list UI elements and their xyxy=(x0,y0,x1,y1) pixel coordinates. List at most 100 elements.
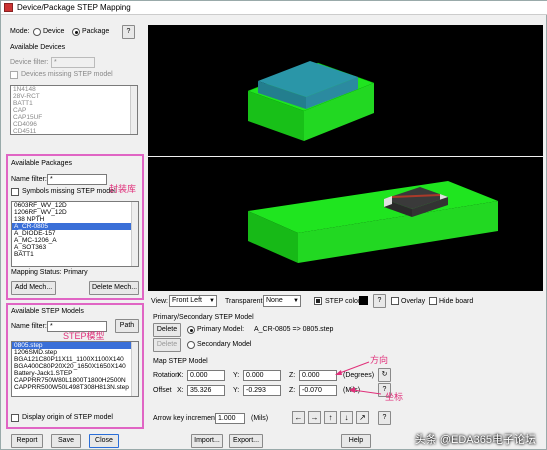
arrow-up-button[interactable]: ↑ xyxy=(324,411,337,424)
mode-help-button[interactable]: ? xyxy=(122,25,135,39)
offset-z-label: Z: xyxy=(289,387,296,394)
offset-y-label: Y: xyxy=(233,387,240,394)
map-group-label: Map STEP Model xyxy=(153,358,208,365)
list-item[interactable]: CD4511 xyxy=(11,128,137,134)
step-scrollbar[interactable] xyxy=(131,342,138,396)
packages-scrollbar[interactable] xyxy=(131,202,138,266)
arrow-down-button[interactable]: ↓ xyxy=(340,411,353,424)
overlay-label: Overlay xyxy=(401,298,426,305)
close-button[interactable]: Close xyxy=(89,434,119,448)
primary-group-label: Primary/Secondary STEP Model xyxy=(153,314,254,321)
view-help-button[interactable]: ? xyxy=(373,294,386,308)
packages-filter-label: Name filter: xyxy=(11,176,47,183)
devices-group-label: Available Devices xyxy=(10,44,66,51)
delete-secondary-button[interactable]: Delete xyxy=(153,338,181,352)
rotation-x-input[interactable]: 0.000 xyxy=(187,370,225,381)
offset-x-input[interactable]: 35.326 xyxy=(187,385,225,396)
offset-annotation: 坐标 xyxy=(385,392,404,402)
step-color-checkbox[interactable] xyxy=(314,297,322,305)
delete-primary-button[interactable]: Delete xyxy=(153,323,181,337)
symbols-missing-label: Symbols missing STEP model xyxy=(22,188,116,195)
devices-scrollbar[interactable] xyxy=(130,86,137,134)
3d-view-top[interactable] xyxy=(148,25,543,156)
devices-missing-checkbox[interactable] xyxy=(10,71,18,79)
help-button[interactable]: Help xyxy=(341,434,371,448)
list-item[interactable]: A_CR-0805 xyxy=(12,223,138,230)
list-item[interactable]: CAP xyxy=(11,107,137,114)
arrow-right-icon: → xyxy=(310,413,319,422)
arrow-increment-input[interactable]: 1.000 xyxy=(215,413,245,424)
import-button[interactable]: Import... xyxy=(191,434,223,448)
list-item[interactable]: 1206SMD.step xyxy=(12,349,138,356)
step-color-swatch[interactable] xyxy=(359,296,368,305)
list-item[interactable]: BGA121C80P11X11_1100X1100X140 xyxy=(12,356,138,363)
offset-y-input[interactable]: -0.293 xyxy=(243,385,281,396)
packages-list[interactable]: 0603RF_WV_12D 1206RF_WV_12D 138 NPTH A_C… xyxy=(11,201,139,267)
list-item[interactable]: Battery-Jack1.STEP xyxy=(12,370,138,377)
list-item[interactable]: CD4096 xyxy=(11,121,137,128)
offset-x-label: X: xyxy=(177,387,184,394)
view-select[interactable]: Front Left ▼ xyxy=(169,295,217,307)
arrow-diag-button[interactable]: ↗ xyxy=(356,411,369,424)
packages-group-label: Available Packages xyxy=(11,160,72,167)
mode-package-radio[interactable] xyxy=(72,28,80,36)
list-item[interactable]: A_SOT363 xyxy=(12,244,138,251)
delete-mech-button[interactable]: Delete Mech... xyxy=(89,281,139,295)
mapping-status: Mapping Status: Primary xyxy=(11,269,88,276)
list-item[interactable]: 138 NPTH xyxy=(12,216,138,223)
title-bar[interactable]: Device/Package STEP Mapping xyxy=(1,1,547,15)
add-mech-button[interactable]: Add Mech... xyxy=(11,281,56,295)
offset-label: Offset xyxy=(153,387,172,394)
report-button[interactable]: Report xyxy=(11,434,43,448)
arrow-diag-icon: ↗ xyxy=(359,413,366,422)
list-item[interactable]: BATT1 xyxy=(11,100,137,107)
arrow-right-button[interactable]: → xyxy=(308,411,321,424)
list-item[interactable]: BATT1 xyxy=(12,251,138,258)
arrow-help-button[interactable]: ? xyxy=(378,411,391,425)
list-item[interactable]: A_DIODE-157 xyxy=(12,230,138,237)
rotation-y-input[interactable]: 0.000 xyxy=(243,370,281,381)
device-filter-input[interactable]: * xyxy=(51,57,95,68)
display-origin-label: Display origin of STEP model xyxy=(22,414,113,421)
transparent-select[interactable]: None ▼ xyxy=(263,295,301,307)
list-item[interactable]: 0805.step xyxy=(12,342,138,349)
transparent-label: Transparent: xyxy=(225,298,265,305)
list-item[interactable]: 0603RF_WV_12D xyxy=(12,202,138,209)
list-item[interactable]: CAPPRR500W50L498T308H813N.step xyxy=(12,384,138,391)
chevron-down-icon: ▼ xyxy=(209,298,215,304)
step-model-3d-bottom xyxy=(248,181,498,263)
arrow-left-icon: ← xyxy=(294,413,303,422)
primary-model-radio[interactable] xyxy=(187,326,195,334)
list-item[interactable]: BGA400C80P20X20_1650X1650X140 xyxy=(12,363,138,370)
step-models-group-label: Available STEP Models xyxy=(11,308,84,315)
list-item[interactable]: CAPPRR750W80L1800T1800H2500N xyxy=(12,377,138,384)
mode-device-radio[interactable] xyxy=(33,28,41,36)
path-button[interactable]: Path xyxy=(115,319,139,333)
3d-view-bottom[interactable] xyxy=(148,157,543,291)
step-models-list[interactable]: 0805.step 1206SMD.step BGA121C80P11X11_1… xyxy=(11,341,139,397)
symbols-missing-checkbox[interactable] xyxy=(11,188,19,196)
overlay-checkbox[interactable] xyxy=(391,297,399,305)
arrow-increment-label: Arrow key increment: xyxy=(153,415,219,422)
step-model-3d-top xyxy=(247,61,375,141)
save-button[interactable]: Save xyxy=(51,434,81,448)
arrow-left-button[interactable]: ← xyxy=(292,411,305,424)
list-item[interactable]: A_MC-1206_A xyxy=(12,237,138,244)
mode-label: Mode: xyxy=(10,28,30,35)
packages-filter-input[interactable]: * xyxy=(47,174,107,185)
arrow-increment-unit: (Mils) xyxy=(251,415,269,422)
secondary-model-label: Secondary Model xyxy=(197,341,252,348)
hide-board-checkbox[interactable] xyxy=(429,297,437,305)
secondary-model-radio[interactable] xyxy=(187,341,195,349)
window-title: Device/Package STEP Mapping xyxy=(17,3,131,12)
arrow-up-icon: ↑ xyxy=(328,413,333,422)
list-item[interactable]: 28V-RCT xyxy=(11,93,137,100)
step-mapping-window: Device/Package STEP Mapping Mode: Device… xyxy=(0,0,547,450)
list-item[interactable]: CAP15UF xyxy=(11,114,137,121)
devices-list[interactable]: 1N4148 28V-RCT BATT1 CAP CAP15UF CD4096 … xyxy=(10,85,138,135)
export-button[interactable]: Export... xyxy=(229,434,263,448)
step-filter-label: Name filter: xyxy=(11,323,47,330)
display-origin-checkbox[interactable] xyxy=(11,414,19,422)
list-item[interactable]: 1206RF_WV_12D xyxy=(12,209,138,216)
list-item[interactable]: 1N4148 xyxy=(11,86,137,93)
